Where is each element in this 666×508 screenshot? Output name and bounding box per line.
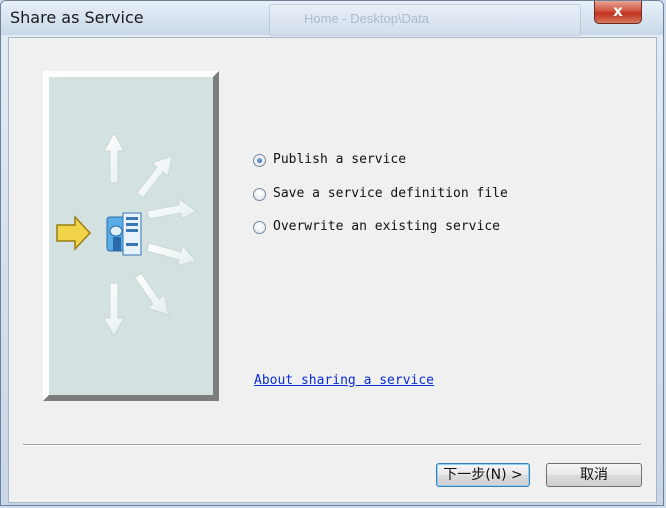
share-as-service-window: Share as Service Home - Desktop\Data x P…	[0, 0, 664, 506]
save-definition-radio[interactable]	[253, 188, 266, 201]
save-definition-label[interactable]: Save a service definition file	[273, 186, 508, 201]
close-icon: x	[613, 2, 623, 20]
background-window-title: Home - Desktop\Data	[304, 11, 429, 26]
publish-service-label[interactable]: Publish a service	[273, 152, 406, 167]
service-server-icon	[106, 212, 142, 256]
publish-service-radio[interactable]	[253, 154, 266, 167]
title-bar[interactable]: Share as Service Home - Desktop\Data x	[1, 1, 663, 36]
window-title: Share as Service	[10, 8, 144, 27]
next-button[interactable]: 下一步(N) >	[436, 463, 530, 487]
footer-divider	[23, 444, 641, 446]
overwrite-service-label[interactable]: Overwrite an existing service	[273, 219, 500, 234]
close-button[interactable]: x	[594, 1, 642, 24]
about-sharing-link[interactable]: About sharing a service	[254, 373, 434, 388]
cancel-button[interactable]: 取消	[546, 463, 642, 487]
share-service-illustration	[43, 71, 219, 401]
dialog-body: Publish a service Save a service definit…	[8, 37, 657, 503]
overwrite-service-radio[interactable]	[253, 221, 266, 234]
background-window-ghost: Home - Desktop\Data	[269, 4, 581, 36]
